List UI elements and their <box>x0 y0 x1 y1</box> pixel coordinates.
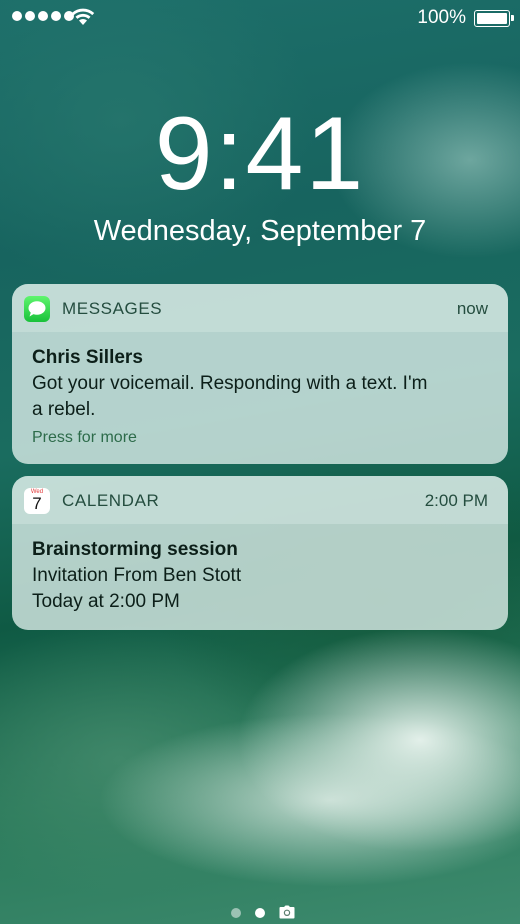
notification-detail-line: Today at 2:00 PM <box>32 591 180 612</box>
page-dot-current <box>255 908 265 918</box>
battery-icon <box>474 10 510 27</box>
notification-message-line: a rebel. <box>32 399 96 420</box>
notification-header: MESSAGES now <box>12 284 508 332</box>
signal-strength-icon <box>12 11 74 21</box>
page-indicator[interactable] <box>0 904 520 920</box>
notification-calendar[interactable]: Wed 7 CALENDAR 2:00 PM Brainstorming ses… <box>12 476 508 630</box>
lock-screen-time: 9:41 <box>154 96 366 212</box>
notification-header: Wed 7 CALENDAR 2:00 PM <box>12 476 508 524</box>
camera-icon[interactable] <box>279 905 295 919</box>
wifi-icon <box>71 8 95 25</box>
notification-body: Chris Sillers Got your voicemail. Respon… <box>12 332 508 464</box>
page-dot <box>231 908 241 918</box>
notification-detail-line: Invitation From Ben Stott <box>32 565 242 586</box>
notification-message-line: Got your voicemail. Responding with a te… <box>32 373 428 394</box>
notification-app-name: CALENDAR <box>62 491 160 510</box>
lock-screen-date: Wednesday, September 7 <box>93 215 427 247</box>
calendar-icon: Wed 7 <box>24 488 50 514</box>
notification-messages[interactable]: MESSAGES now Chris Sillers Got your voic… <box>12 284 508 464</box>
calendar-icon-date: 7 <box>32 494 42 513</box>
status-bar: 100% <box>0 0 520 36</box>
notification-app-name: MESSAGES <box>62 299 163 318</box>
notification-time: 2:00 PM <box>424 491 488 510</box>
notification-title: Chris Sillers <box>32 347 143 368</box>
notification-time: now <box>456 299 488 318</box>
messages-icon <box>24 296 50 322</box>
notification-body: Brainstorming session Invitation From Be… <box>12 524 508 630</box>
battery-percentage: 100% <box>417 7 466 28</box>
press-for-more-link[interactable]: Press for more <box>32 427 488 449</box>
notification-title: Brainstorming session <box>32 539 238 560</box>
